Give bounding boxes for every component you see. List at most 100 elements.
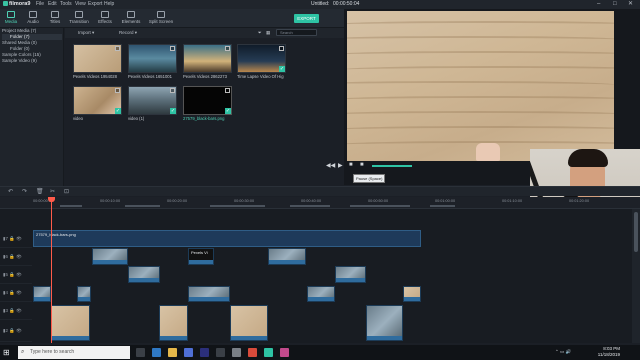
file-explorer-icon[interactable] [168,348,177,357]
media-label-5: video [73,116,84,121]
menu-edit[interactable]: Edit [48,0,57,9]
playback-controls: ◀◀ ▶ ■ ■ [323,162,523,172]
track-header-7[interactable]: ▮7 🔒 👁 [0,230,32,248]
track-header-2[interactable]: ▮2 🔒 👁 [0,320,32,342]
clip-black-bars[interactable]: 27579_black-bars-png [33,230,421,247]
media-label-6: video (1) [128,116,145,121]
tab-elements[interactable]: Elements [120,10,142,27]
main-toolbar: Media Audio Titles Transition Effects El… [0,9,344,28]
ruler-marker [125,205,160,207]
clip-sand[interactable] [159,305,188,341]
delete-button[interactable]: 🗑 [36,187,44,197]
media-thumb-7[interactable]: ✓ [183,86,232,115]
clip-video[interactable] [268,248,306,265]
tab-split-screen[interactable]: Split Screen [146,10,176,27]
clip-sand[interactable] [230,305,268,341]
media-thumb-3[interactable] [183,44,232,73]
system-tray[interactable]: ⌃ ▭ 🔊 [555,349,571,355]
thumb-corner-icon [279,46,284,51]
timeline-scroll-thumb[interactable] [634,212,638,252]
menu-export[interactable]: Export [88,0,102,9]
tab-effects[interactable]: Effects [94,10,116,27]
tab-media-label: Media [4,19,18,24]
pause-button[interactable]: ■ [349,162,353,168]
app-icon[interactable] [248,348,257,357]
transition-icon [75,11,83,18]
maximize-button[interactable]: □ [613,0,617,9]
media-thumb-6[interactable]: ✓ [128,86,177,115]
tab-transition[interactable]: Transition [66,10,92,27]
sidebar-item-sample-video[interactable]: Sample Video (9) [2,58,62,64]
edge-icon[interactable] [152,348,161,357]
pause-tooltip: Pause (Space) [353,174,386,183]
clip-video[interactable] [335,266,366,283]
task-view-icon[interactable] [136,348,145,357]
crop-button[interactable]: ⊡ [64,187,69,197]
menu-view[interactable]: View [75,0,86,9]
windows-start-icon[interactable]: ⊞ [3,348,10,357]
clip-pexels[interactable]: Pexels Vi [188,248,214,265]
media-search-input[interactable]: Search [276,29,317,36]
taskbar-clock[interactable]: 8:03 PM 11/18/2019 [590,346,620,358]
clip-sand[interactable] [51,305,90,341]
stop-button[interactable]: ■ [360,162,364,168]
minimize-button[interactable]: – [597,0,600,9]
track-label: ▮6 [3,254,8,259]
play-button[interactable]: ▶ [338,162,343,169]
app-icon[interactable] [216,348,225,357]
preview-progress-bar[interactable] [372,165,412,167]
rewind-button[interactable]: ◀◀ [326,162,335,169]
clip-video[interactable] [366,305,403,341]
tab-audio[interactable]: Audio [22,10,44,27]
store-icon[interactable] [184,348,193,357]
clip-video[interactable] [128,266,160,283]
filmora-taskbar-icon[interactable] [264,348,273,357]
clip-video[interactable] [33,286,51,302]
menu-tools[interactable]: Tools [60,0,72,9]
close-button[interactable]: ✕ [628,0,633,9]
media-thumb-4[interactable]: ✓ [237,44,286,73]
menu-file[interactable]: File [36,0,44,9]
preview-video[interactable] [347,11,614,161]
clip-video[interactable] [77,286,91,302]
checkmark-icon: ✓ [170,108,176,114]
media-thumb-2[interactable] [128,44,177,73]
tab-media[interactable]: Media [0,10,22,27]
premiere-icon[interactable] [200,348,209,357]
redo-button[interactable]: ↷ [22,187,27,197]
filmora-logo-icon [3,0,8,6]
cut-button[interactable]: ✂ [50,187,55,197]
ruler-label: 00:00:40:00 [301,199,322,203]
media-thumb-1[interactable] [73,44,122,73]
clip-video[interactable] [188,286,230,302]
track-header-5[interactable]: ▮5 🔒 👁 [0,266,32,284]
app-icon[interactable] [280,348,289,357]
taskbar-search-input[interactable]: ⌕ Type here to search [18,346,130,359]
import-dropdown[interactable]: Import ▾ [78,28,94,38]
record-dropdown[interactable]: Record ▾ [119,28,137,38]
clip-video[interactable] [307,286,335,302]
tab-titles[interactable]: Titles [44,10,66,27]
undo-button[interactable]: ↶ [8,187,13,197]
menu-help[interactable]: Help [104,0,114,9]
media-thumb-5[interactable]: ✓ [73,86,122,115]
thumb-corner-icon [225,46,230,51]
filter-icon[interactable]: ⏷ [258,28,262,38]
thumb-corner-icon [170,88,175,93]
media-label-4: Time Lapse Video Of Hig [237,74,284,79]
playhead[interactable] [51,197,52,343]
clip-video[interactable] [92,248,128,265]
ruler-label: 00:00:10:00 [100,199,121,203]
export-button[interactable]: EXPORT [294,14,319,23]
grid-view-icon[interactable]: ▦ [266,28,270,38]
track-header-3[interactable]: ▮3 🔒 👁 [0,302,32,320]
ruler-marker [60,205,82,207]
media-library-sidebar: Project Media (7) Folder (7) Shared Medi… [0,28,64,186]
tab-split-screen-label: Split Screen [148,19,174,24]
track-header-6[interactable]: ▮6 🔒 👁 [0,248,32,266]
track-header-4[interactable]: ▮4 🔒 👁 [0,284,32,302]
clip-sand[interactable] [403,286,421,302]
audio-icon [29,11,37,18]
calculator-icon[interactable] [232,348,241,357]
thumb-corner-icon [115,88,120,93]
